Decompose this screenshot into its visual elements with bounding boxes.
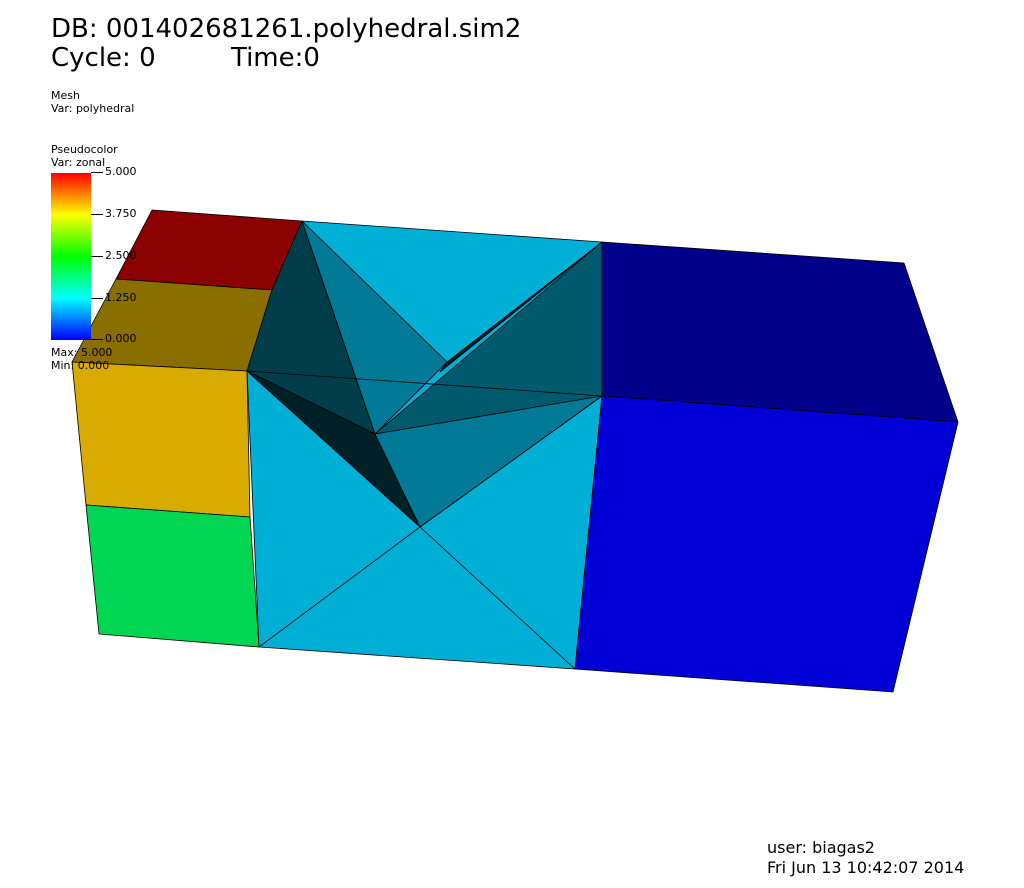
minmax-legend: Max: 5.000 Min: 0.000 (51, 346, 112, 372)
pseudocolor-colorbar (51, 173, 91, 340)
colorbar-tick-label: 1.250 (91, 291, 137, 304)
render-viewport[interactable] (0, 0, 1024, 888)
zone-top-navy (601, 241, 959, 423)
colorbar-tick-label: 0.000 (91, 332, 137, 345)
max-label: Max: 5.000 (51, 346, 113, 359)
colorbar-tick-label: 5.000 (91, 165, 137, 178)
colorbar-tick-label: 3.750 (91, 207, 137, 220)
zone-top-red (115, 209, 303, 291)
zone-front-blue (574, 395, 959, 693)
colorbar-tick-label: 2.500 (91, 249, 137, 262)
min-label: Min: 0.000 (51, 359, 110, 372)
zone-front-gold (71, 361, 251, 518)
zone-front-green (85, 504, 260, 648)
